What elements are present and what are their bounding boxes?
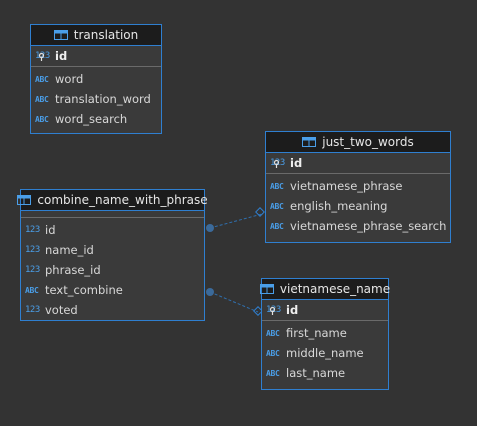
text-type-icon: ABC [270, 181, 284, 191]
column-row[interactable]: ABC translation_word [31, 89, 161, 109]
link-name-to-vietnamese-name [209, 291, 259, 313]
column-row[interactable]: ABC middle_name [262, 343, 388, 363]
column-row[interactable]: ABC last_name [262, 363, 388, 383]
column-row[interactable]: 123 id [21, 220, 204, 240]
column-row[interactable]: 123 id [262, 300, 388, 320]
link-phrase-to-just-two-words [209, 213, 263, 229]
column-row[interactable]: ABC english_meaning [266, 196, 450, 216]
column-name: first_name [286, 326, 347, 340]
text-type-icon: ABC [270, 221, 284, 231]
table-name: just_two_words [322, 135, 414, 149]
column-name: text_combine [45, 283, 123, 297]
column-name: vietnamese_phrase_search [290, 219, 447, 233]
column-row[interactable]: ABC text_combine [21, 280, 204, 300]
column-row[interactable]: 123 id [31, 46, 161, 66]
column-name: word_search [55, 112, 128, 126]
table-icon [17, 195, 32, 205]
numeric-type-icon: 123 [25, 225, 40, 235]
table-combine-name-with-phrase[interactable]: combine_name_with_phrase 123 id 123 name_i… [17, 189, 208, 321]
table-name: vietnamese_name [279, 282, 391, 296]
text-type-icon: ABC [266, 348, 280, 358]
numeric-type-icon: 123 [25, 245, 40, 255]
column-row[interactable]: ABC vietnamese_phrase [266, 176, 450, 196]
column-row[interactable]: 123 id [266, 153, 450, 173]
table-name: translation [73, 28, 139, 42]
text-type-icon: ABC [35, 74, 49, 84]
empty-key-section [21, 211, 204, 218]
key-icon [38, 53, 45, 61]
link-start-dot [206, 288, 214, 296]
table-translation[interactable]: translation 123 id ABC word ABC translatio… [30, 24, 162, 134]
column-name: word [55, 72, 84, 86]
table-icon [53, 30, 68, 40]
er-diagram-canvas: translation 123 id ABC word ABC translatio… [0, 0, 477, 426]
text-type-icon: ABC [25, 285, 39, 295]
text-type-icon: ABC [35, 114, 49, 124]
numeric-type-icon: 123 [25, 265, 40, 275]
column-row[interactable]: ABC word_search [31, 109, 161, 129]
column-name: id [45, 223, 56, 237]
column-name: phrase_id [45, 263, 101, 277]
column-name: id [286, 303, 299, 317]
column-name: id [290, 156, 303, 170]
column-row[interactable]: 123 voted [21, 300, 204, 320]
column-name: last_name [286, 366, 346, 380]
text-type-icon: ABC [270, 201, 284, 211]
column-row[interactable]: 123 name_id [21, 240, 204, 260]
column-row[interactable]: 123 phrase_id [21, 260, 204, 280]
table-vietnamese-name[interactable]: vietnamese_name 123 id ABC first_name ABC… [259, 278, 391, 390]
numeric-type-icon: 123 [25, 305, 40, 315]
key-icon [273, 160, 280, 168]
column-row[interactable]: ABC word [31, 69, 161, 89]
table-header[interactable]: just_two_words [266, 132, 450, 153]
table-icon [259, 284, 274, 294]
table-just-two-words[interactable]: just_two_words 123 id ABC vietnamese_phra… [265, 131, 451, 243]
column-name: voted [45, 303, 78, 317]
column-name: middle_name [286, 346, 364, 360]
text-type-icon: ABC [266, 328, 280, 338]
table-header[interactable]: combine_name_with_phrase [17, 190, 208, 211]
key-icon [269, 307, 276, 315]
column-name: english_meaning [290, 199, 388, 213]
table-header[interactable]: translation [31, 25, 161, 46]
column-name: name_id [45, 243, 94, 257]
column-row[interactable]: ABC vietnamese_phrase_search [266, 216, 450, 236]
link-start-dot [206, 224, 214, 232]
text-type-icon: ABC [266, 368, 280, 378]
column-name: id [55, 49, 68, 63]
table-name: combine_name_with_phrase [37, 193, 208, 207]
column-name: translation_word [55, 92, 151, 106]
text-type-icon: ABC [35, 94, 49, 104]
column-row[interactable]: ABC first_name [262, 323, 388, 343]
table-header[interactable]: vietnamese_name [259, 279, 391, 300]
column-name: vietnamese_phrase [290, 179, 403, 193]
table-icon [302, 137, 317, 147]
